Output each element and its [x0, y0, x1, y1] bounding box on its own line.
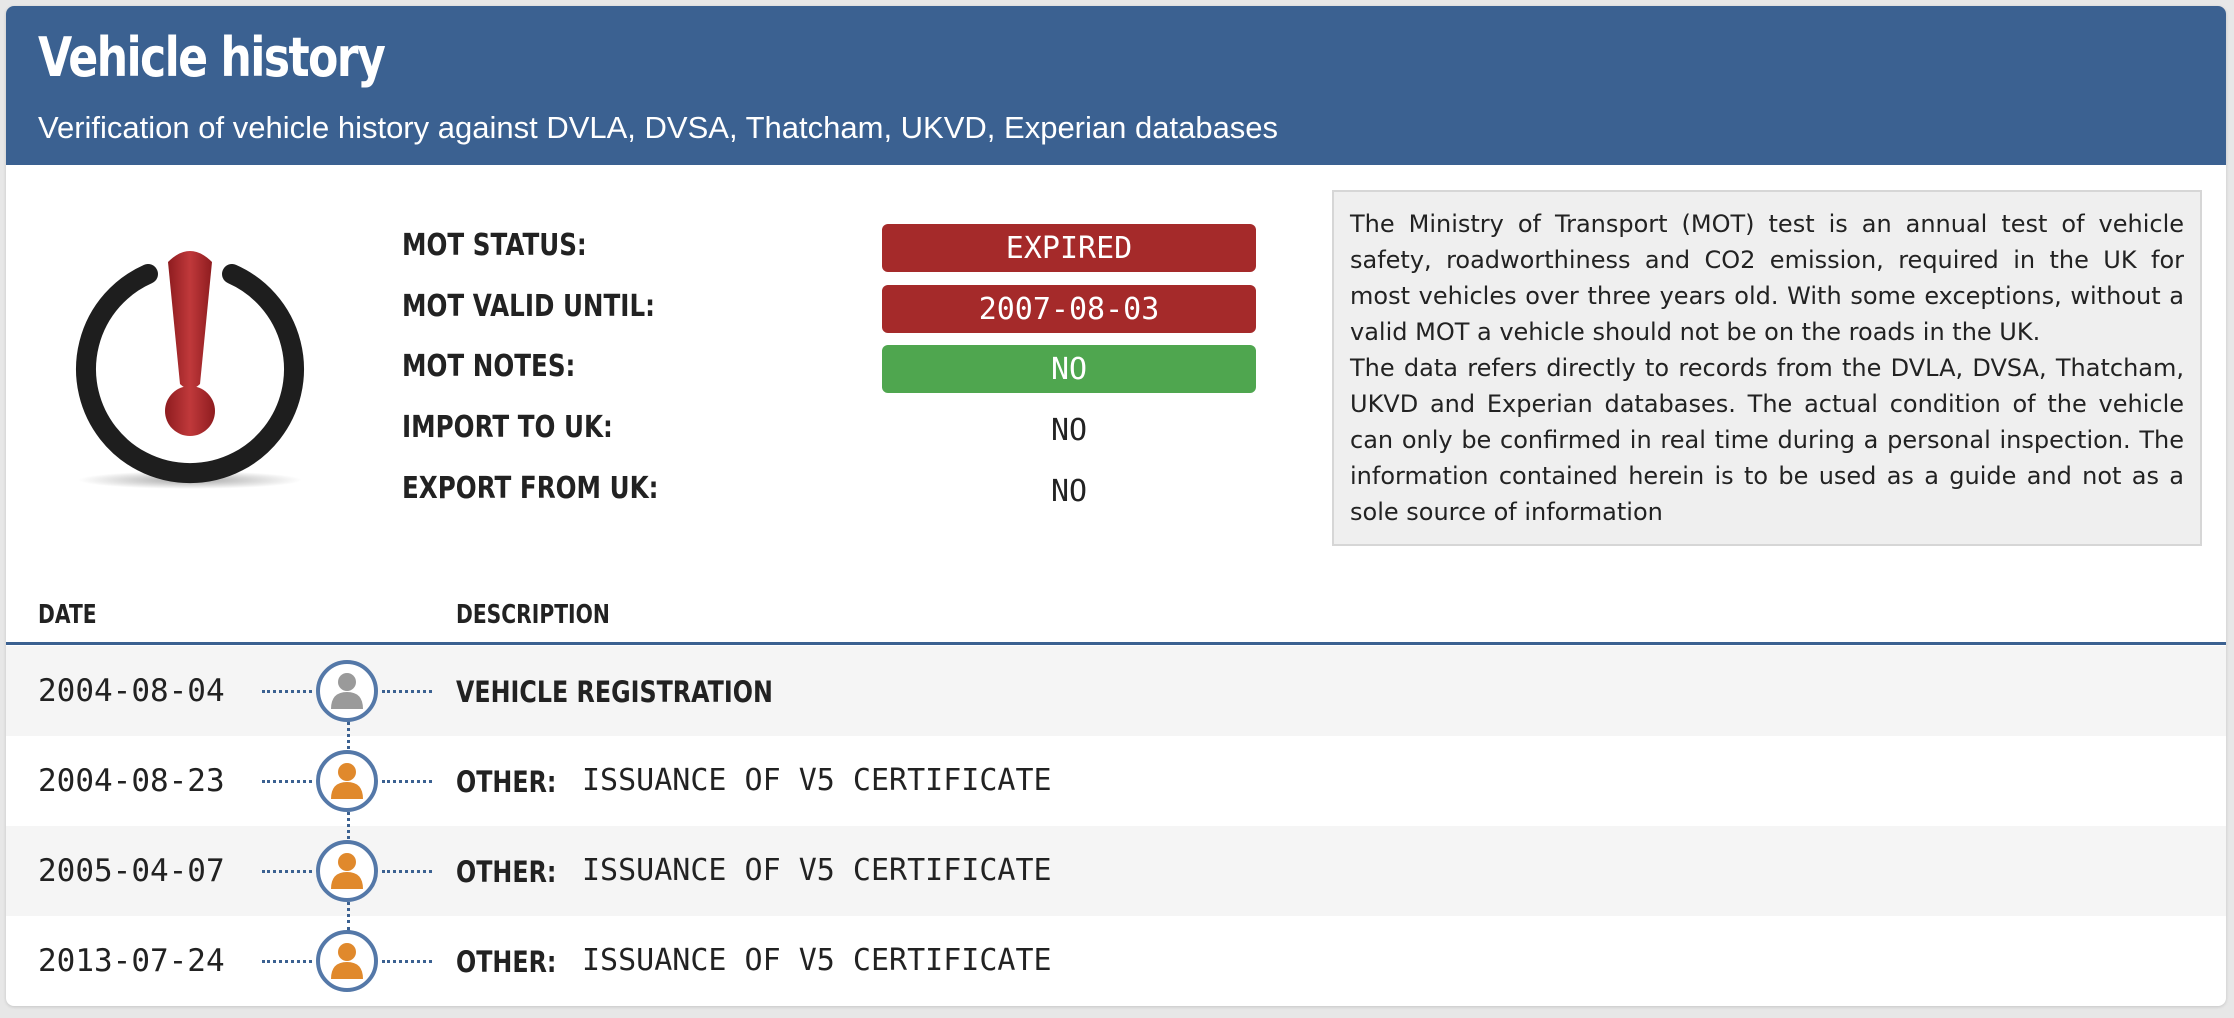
mot-valid-until-label: MOT VALID UNTIL: [402, 289, 655, 324]
timeline-connector [262, 870, 312, 873]
timeline-connector [382, 960, 432, 963]
page-title: Vehicle history [38, 26, 386, 89]
header-divider [6, 642, 2226, 645]
user-orange-icon [316, 750, 378, 812]
column-header-date: DATE [38, 600, 97, 630]
user-orange-icon [316, 930, 378, 992]
timeline-connector [382, 870, 432, 873]
import-to-uk-label: IMPORT TO UK: [402, 410, 613, 445]
history-kind: OTHER: [456, 765, 557, 799]
history-kind: VEHICLE REGISTRATION [456, 675, 773, 709]
history-kind: OTHER: [456, 855, 557, 889]
timeline-connector [382, 690, 432, 693]
vehicle-history-card: Vehicle history Verification of vehicle … [6, 6, 2226, 1006]
info-paragraph: The Ministry of Transport (MOT) test is … [1350, 210, 2184, 346]
history-description: ISSUANCE OF V5 CERTIFICATE [582, 943, 1052, 978]
mot-notes-badge: NO [882, 345, 1256, 393]
user-orange-icon [316, 840, 378, 902]
mot-notes-label: MOT NOTES: [402, 349, 576, 384]
mot-info-box: The Ministry of Transport (MOT) test is … [1332, 190, 2202, 546]
history-date: 2013-07-24 [38, 943, 225, 979]
history-description: ISSUANCE OF V5 CERTIFICATE [582, 763, 1052, 798]
import-to-uk-value: NO [1050, 412, 1088, 448]
mot-valid-until-badge: 2007-08-03 [882, 285, 1256, 333]
history-date: 2005-04-07 [38, 853, 225, 889]
mot-status-badge: EXPIRED [882, 224, 1256, 272]
timeline-connector [262, 690, 312, 693]
column-header-description: DESCRIPTION [456, 600, 610, 630]
export-from-uk-value: NO [1050, 473, 1088, 509]
history-kind: OTHER: [456, 945, 557, 979]
user-gray-icon [316, 660, 378, 722]
page-subtitle: Verification of vehicle history against … [38, 110, 1279, 145]
export-from-uk-label: EXPORT FROM UK: [402, 471, 659, 506]
history-description: ISSUANCE OF V5 CERTIFICATE [582, 853, 1052, 888]
timeline-connector [382, 780, 432, 783]
mot-status-label: MOT STATUS: [402, 228, 587, 263]
info-paragraph: The data refers directly to records from… [1350, 354, 2184, 526]
header: Vehicle history Verification of vehicle … [6, 6, 2226, 165]
timeline-connector [262, 780, 312, 783]
exclamation-alert-icon [72, 244, 312, 494]
history-date: 2004-08-04 [38, 673, 225, 709]
timeline-connector [262, 960, 312, 963]
history-date: 2004-08-23 [38, 763, 225, 799]
